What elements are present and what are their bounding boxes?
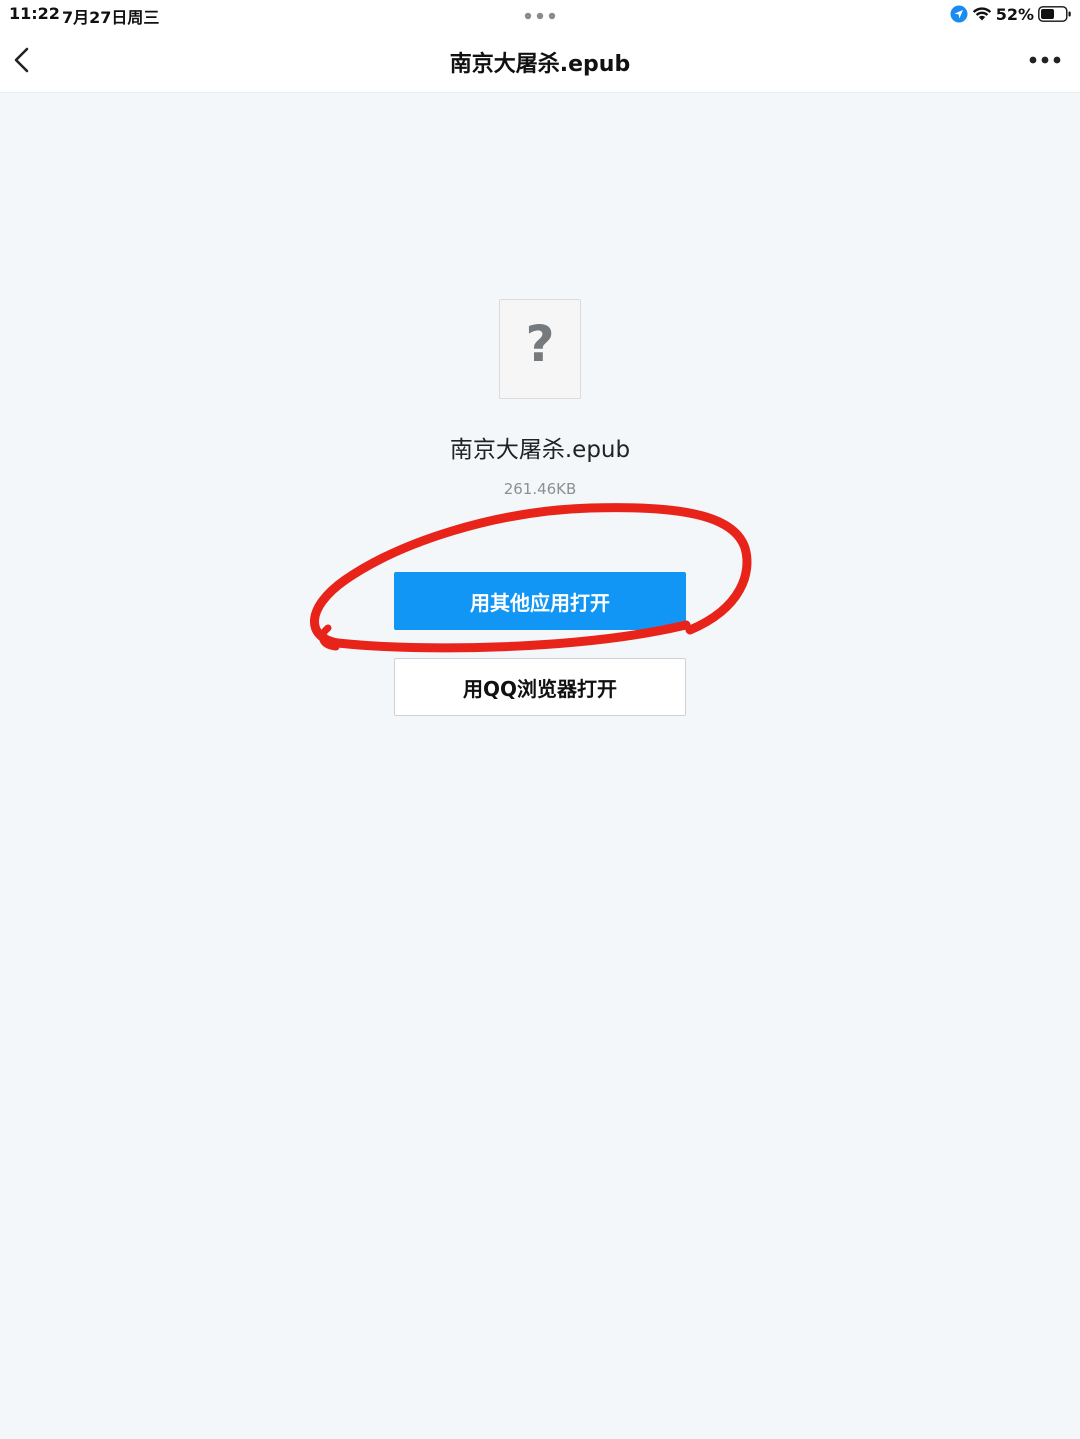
status-date: 7月27日周三 <box>62 8 160 27</box>
navigation-bar: 南京大屠杀.epub <box>0 30 1080 93</box>
status-time: 11:22 <box>9 4 60 23</box>
multitasking-dots-icon[interactable] <box>524 12 556 20</box>
file-name: 南京大屠杀.epub <box>449 437 631 463</box>
red-circle-annotation <box>310 503 752 653</box>
file-size: 261.46KB <box>503 480 577 498</box>
chevron-left-icon[interactable] <box>8 44 38 76</box>
battery-percentage: 52% <box>995 4 1034 24</box>
status-indicators: 52% <box>950 3 1072 25</box>
more-dots-icon[interactable] <box>1028 50 1062 70</box>
page-title: 南京大屠杀.epub <box>449 52 631 77</box>
unknown-file-icon: ? <box>499 299 581 399</box>
open-with-qq-browser-button[interactable]: 用QQ浏览器打开 <box>394 658 686 716</box>
question-mark-glyph: ? <box>525 315 555 373</box>
wifi-icon <box>972 7 991 21</box>
status-bar: 11:22 7月27日周三 52% <box>0 0 1080 30</box>
battery-icon <box>1038 6 1071 22</box>
open-with-other-app-button[interactable]: 用其他应用打开 <box>394 572 686 630</box>
location-icon <box>950 5 968 23</box>
